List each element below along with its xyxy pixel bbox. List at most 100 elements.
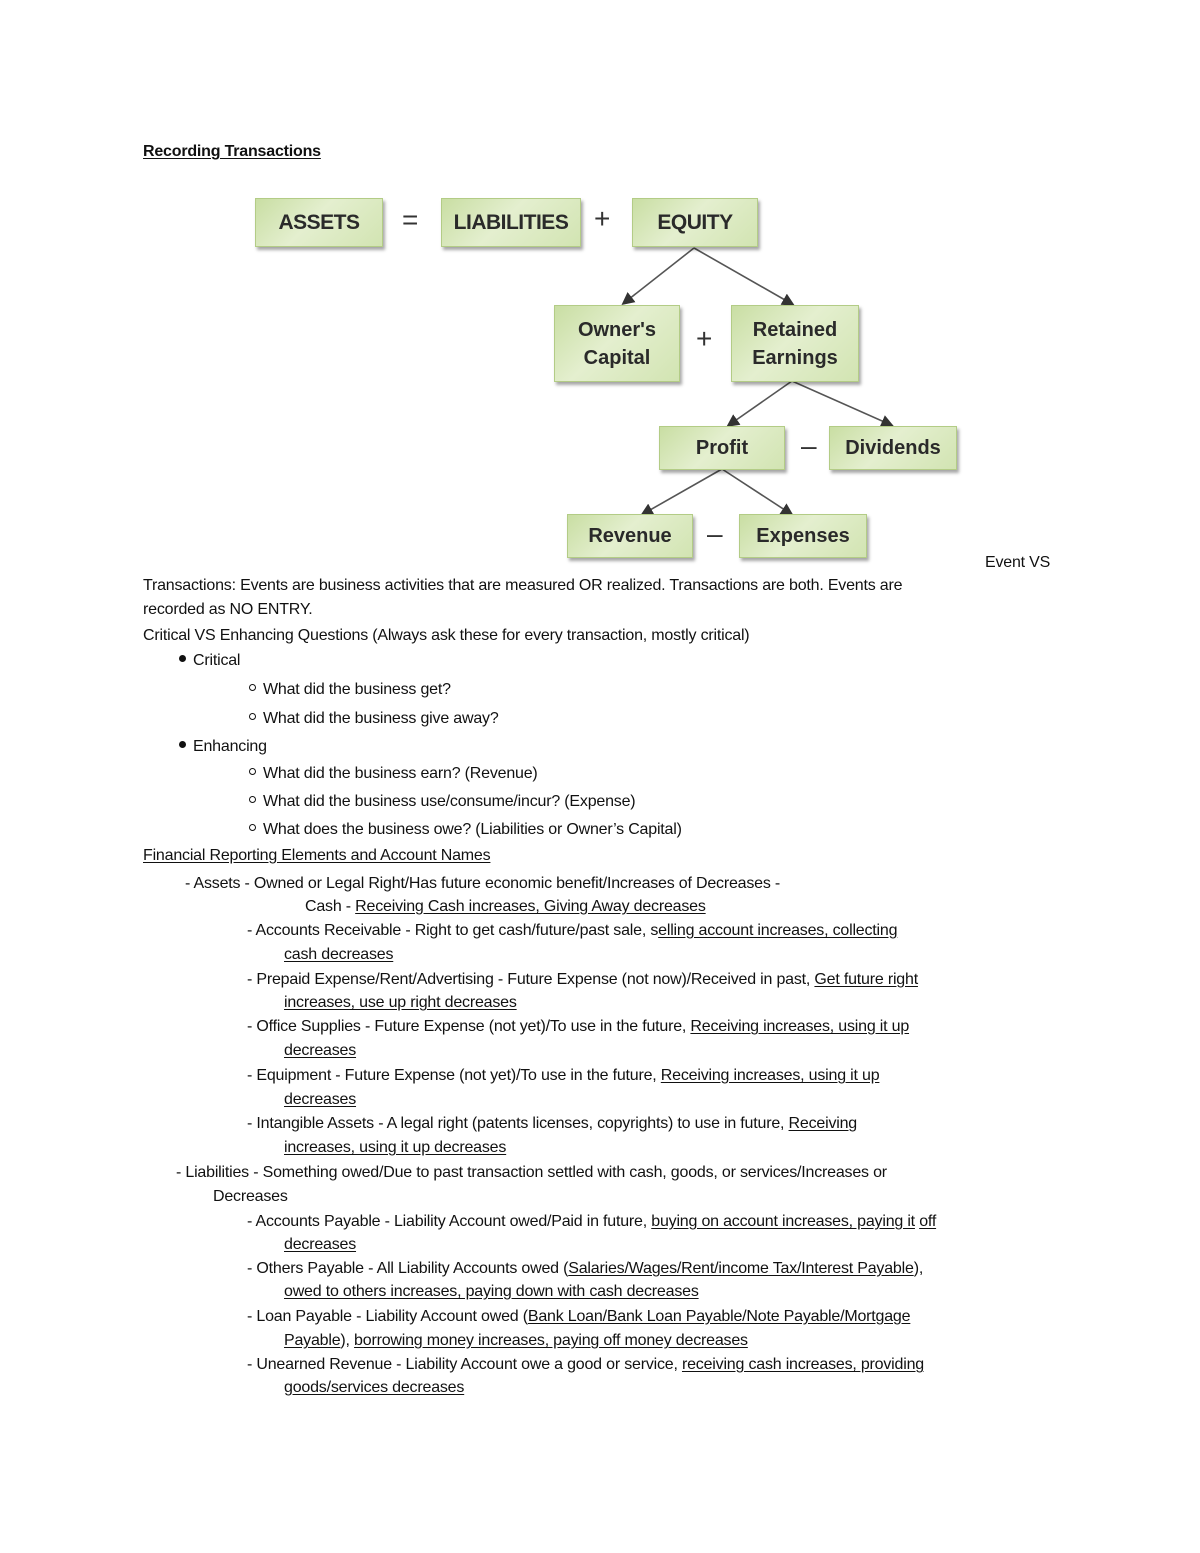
account-examples: Bank Loan/Bank Loan Payable/Note Payable… <box>527 1308 911 1325</box>
owners-capital-line1: Owner's <box>577 318 657 341</box>
account-desc: - Intangible Assets - A legal right (pat… <box>247 1115 789 1132</box>
account-examples: Salaries/Wages/Rent/income Tax/Interest … <box>568 1260 914 1277</box>
account-desc: - Equipment - Future Expense (not yet)/T… <box>247 1067 661 1084</box>
enhancing-question-2: What did the business use/consume/incur?… <box>249 792 636 812</box>
question-text: What did the business give away? <box>263 710 499 727</box>
event-paragraph-line1: Transactions: Events are business activi… <box>143 577 903 594</box>
revenue-label: Revenue <box>588 525 672 547</box>
prepaid-expense-line2: increases, use up right decreases <box>284 994 517 1011</box>
question-text: What did the business earn? (Revenue) <box>263 765 538 782</box>
account-rule: buying on account increases, paying it <box>651 1213 915 1230</box>
accounts-receivable-line2: cash decreases <box>284 946 394 963</box>
loan-payable-line2: Payable), borrowing money increases, pay… <box>284 1331 748 1351</box>
account-desc: - Loan Payable - Liability Account owed … <box>247 1308 528 1325</box>
account-rule: elling account increases, collecting <box>658 922 898 939</box>
intangible-assets-line2: increases, using it up decreases <box>284 1139 507 1156</box>
liabilities-line1: - Liabilities - Something owed/Due to pa… <box>176 1164 887 1181</box>
diagram-arrows <box>621 247 894 516</box>
arrow-profit-to-expenses <box>721 468 794 516</box>
arrow-profit-to-revenue <box>640 468 723 516</box>
equity-label: EQUITY <box>657 210 733 234</box>
assets-box: ASSETS <box>255 198 383 247</box>
critical-question-1: What did the business get? <box>249 680 451 700</box>
question-text: What did the business get? <box>263 681 451 698</box>
minus-sign: – <box>801 430 817 461</box>
retained-earnings-box: Retained Earnings <box>731 305 859 382</box>
critical-question-2: What did the business give away? <box>249 709 499 729</box>
elements-heading: Financial Reporting Elements and Account… <box>143 847 491 864</box>
retained-earnings-line2: Earnings <box>752 346 838 369</box>
accounts-payable-line2: decreases <box>284 1236 357 1253</box>
bullet-critical: Critical <box>179 651 240 671</box>
accounts-payable-line1: - Accounts Payable - Liability Account o… <box>247 1212 936 1232</box>
profit-box: Profit <box>659 426 785 470</box>
dividends-label: Dividends <box>845 437 941 459</box>
arrow-retained-to-profit <box>726 380 793 427</box>
revenue-box: Revenue <box>567 514 693 558</box>
circle-bullet-icon <box>249 796 256 804</box>
arrow-equity-to-retained-earnings <box>693 247 795 306</box>
circle-bullet-icon <box>249 824 256 832</box>
bullet-icon <box>179 741 186 749</box>
unearned-revenue-line2: goods/services decreases <box>284 1379 465 1396</box>
equipment-line1: - Equipment - Future Expense (not yet)/T… <box>247 1066 880 1086</box>
plus-sign-2: + <box>696 323 713 354</box>
cash-label: Cash - <box>305 898 356 915</box>
dividends-box: Dividends <box>829 426 957 470</box>
accounts-receivable-line1: - Accounts Receivable - Right to get cas… <box>247 921 898 941</box>
circle-bullet-icon <box>249 768 256 776</box>
account-rule: Receiving increases, using it up <box>660 1067 880 1084</box>
expenses-label: Expenses <box>756 525 850 547</box>
owners-capital-box: Owner's Capital <box>554 305 680 382</box>
minus-sign-2: – <box>707 518 723 549</box>
separator: ), <box>340 1332 355 1349</box>
account-desc: - Others Payable - All Liability Account… <box>247 1260 569 1277</box>
assets-label: ASSETS <box>278 210 360 234</box>
assets-line: - Assets - Owned or Legal Right/Has futu… <box>185 875 781 892</box>
event-paragraph-line2: recorded as NO ENTRY. <box>143 601 313 618</box>
account-rule: receiving cash increases, providing <box>681 1356 924 1373</box>
equipment-line2: decreases <box>284 1091 357 1108</box>
circle-bullet-icon <box>249 684 256 692</box>
question-text: What did the business use/consume/incur?… <box>263 793 636 810</box>
bullet-icon <box>179 655 186 663</box>
cash-rule: Receiving Cash increases, Giving Away de… <box>355 898 706 915</box>
account-rule: borrowing money increases, paying off mo… <box>354 1332 748 1349</box>
equals-sign: = <box>402 204 419 235</box>
plus-sign: + <box>594 203 611 234</box>
arrow-equity-to-owners-capital <box>621 247 695 305</box>
account-rule: Receiving <box>788 1115 858 1132</box>
liabilities-box: LIABILITIES <box>441 198 581 247</box>
account-desc: - Unearned Revenue - Liability Account o… <box>247 1356 682 1373</box>
bullet-enhancing: Enhancing <box>179 737 267 757</box>
bullet-label: Enhancing <box>193 738 267 755</box>
equity-box: EQUITY <box>632 198 758 247</box>
question-text: What does the business owe? (Liabilities… <box>263 821 682 838</box>
account-desc: - Accounts Receivable - Right to get cas… <box>247 922 659 939</box>
questions-heading: Critical VS Enhancing Questions (Always … <box>143 627 750 644</box>
accounting-equation-diagram: ASSETS = LIABILITIES + EQUITY Owner's Ca… <box>0 0 1200 600</box>
profit-label: Profit <box>695 437 749 459</box>
office-supplies-line1: - Office Supplies - Future Expense (not … <box>247 1017 909 1037</box>
owners-capital-line2: Capital <box>583 346 651 369</box>
event-vs-heading: Event VS <box>985 554 1051 571</box>
cash-line: Cash - Receiving Cash increases, Giving … <box>305 897 706 917</box>
unearned-revenue-line1: - Unearned Revenue - Liability Account o… <box>247 1355 924 1375</box>
others-payable-line1: - Others Payable - All Liability Account… <box>247 1259 923 1279</box>
account-desc: - Prepaid Expense/Rent/Advertising - Fut… <box>247 971 815 988</box>
intangible-assets-line1: - Intangible Assets - A legal right (pat… <box>247 1114 857 1134</box>
retained-earnings-line1: Retained <box>752 318 838 341</box>
loan-payable-line1: - Loan Payable - Liability Account owed … <box>247 1307 911 1327</box>
account-suffix: ), <box>913 1260 924 1277</box>
account-desc: - Accounts Payable - Liability Account o… <box>247 1213 652 1230</box>
office-supplies-line2: decreases <box>284 1042 357 1059</box>
liabilities-line2: Decreases <box>213 1188 288 1205</box>
account-rule: Receiving increases, using it up <box>690 1018 910 1035</box>
enhancing-question-3: What does the business owe? (Liabilities… <box>249 820 682 840</box>
liabilities-label: LIABILITIES <box>453 210 569 234</box>
arrow-retained-to-dividends <box>791 380 894 427</box>
account-rule: Get future right <box>814 971 918 988</box>
account-examples-end: Payable <box>284 1332 341 1349</box>
circle-bullet-icon <box>249 713 256 721</box>
prepaid-expense-line1: - Prepaid Expense/Rent/Advertising - Fut… <box>247 970 918 990</box>
